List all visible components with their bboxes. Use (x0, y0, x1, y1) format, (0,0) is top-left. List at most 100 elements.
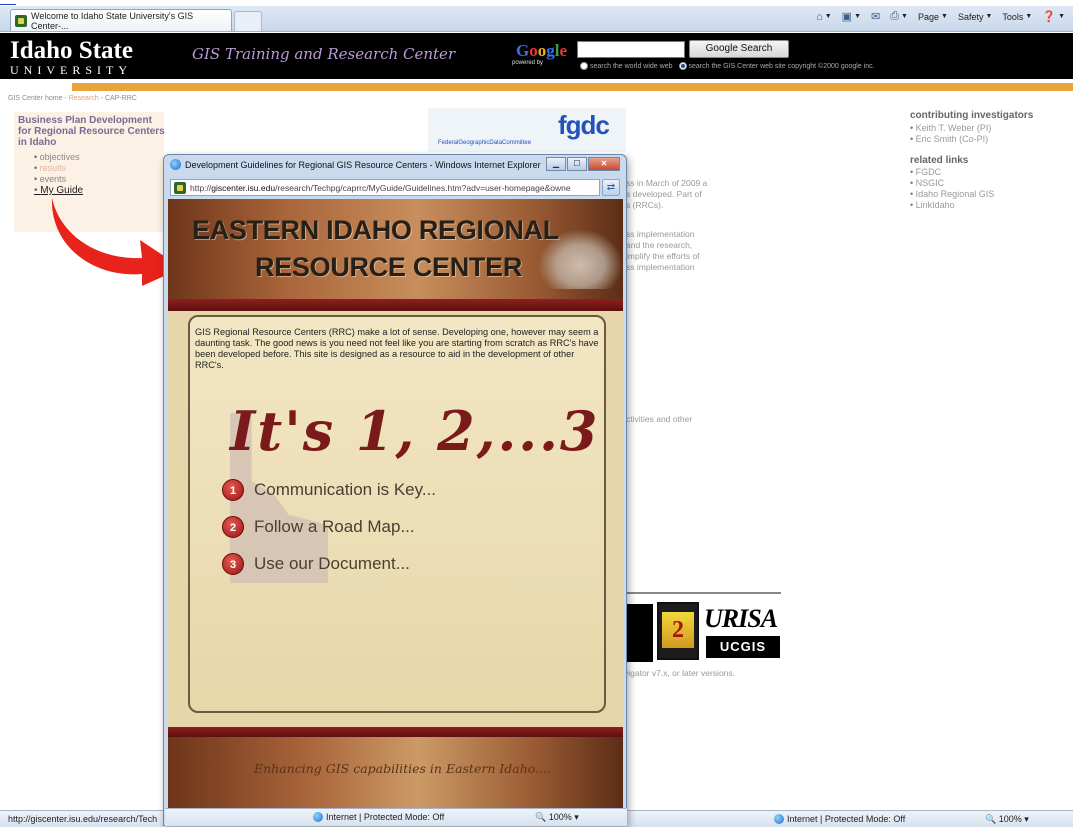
breadcrumb: GIS Center home - Research - CAP-RRC (8, 95, 137, 102)
content-panel: GIS Regional Resource Centers (RRC) make… (188, 315, 606, 713)
read-mail-button[interactable]: ✉ (871, 10, 880, 23)
body-text-fragment: s developed. Part of (626, 189, 702, 199)
mail-icon: ✉ (871, 11, 881, 23)
banner-stripe (168, 299, 623, 311)
home-button[interactable]: ⌂ ▼ (816, 11, 832, 23)
popup-zoom-control[interactable]: 🔍 100% ▾ (535, 812, 579, 823)
powered-by-label: powered by (512, 60, 544, 66)
help-button[interactable]: ❓ ▼ (1042, 10, 1065, 23)
browser-tab-strip: Welcome to Idaho State University's GIS … (0, 6, 1073, 32)
site-favicon-icon (174, 181, 186, 194)
maximize-button[interactable]: ☐ (567, 157, 587, 171)
partner-logo-dark[interactable] (623, 604, 653, 662)
body-text-fragment: ss in March of 2009 a (626, 178, 708, 188)
body-text-fragment: ss implementation (626, 229, 695, 239)
contributor-item: Keith T. Weber (PI) (910, 123, 992, 134)
site-favicon-icon (15, 14, 27, 27)
urisa-logo[interactable]: URISA (704, 604, 778, 634)
related-links-list: FGDC NSGIC Idaho Regional GIS LinkIdaho (910, 167, 995, 211)
header-accent-bar (72, 83, 1073, 91)
search-scope-radios: search the world wide web search the GIS… (580, 62, 875, 70)
step-number-badge: 3 (222, 553, 244, 575)
radio-web[interactable]: search the world wide web (580, 62, 673, 70)
steps-heading: It's 1, 2,...3 (230, 399, 600, 463)
header-tagline: GIS Training and Research Center (192, 45, 456, 63)
zoom-control[interactable]: 🔍 100% ▾ (985, 814, 1029, 825)
popup-title-bar[interactable]: Development Guidelines for Regional GIS … (170, 159, 550, 170)
sidebar-item-objectives[interactable]: objectives (34, 152, 83, 163)
help-icon: ❓ (1042, 11, 1057, 23)
tools-menu[interactable]: Tools ▼ (1002, 12, 1032, 22)
related-link-idaho-regional-gis[interactable]: Idaho Regional GIS (910, 189, 995, 200)
body-text-fragment: implify the efforts of (626, 251, 700, 261)
sidebar-title: Business Plan Development for Regional R… (18, 115, 165, 148)
step-label: Communication is Key... (254, 480, 437, 499)
sidebar-item-results[interactable]: results (34, 163, 83, 174)
browser-tab[interactable]: Welcome to Idaho State University's GIS … (10, 9, 232, 31)
internet2-logo[interactable]: 2 (657, 602, 699, 660)
print-icon: ⎙ (890, 10, 900, 22)
popup-security-zone[interactable]: Internet | Protected Mode: Off (313, 812, 444, 822)
footer-band: Enhancing GIS capabilities in Eastern Id… (168, 737, 623, 809)
google-logo: Google (516, 41, 568, 60)
fgdc-logo-text: fgdc (558, 110, 610, 140)
status-url: http://giscenter.isu.edu/research/Tech (8, 814, 158, 824)
step-number-badge: 1 (222, 479, 244, 501)
feeds-icon: ▣ (841, 11, 853, 23)
safety-menu-label: Safety (957, 11, 984, 22)
step-number-badge: 2 (222, 516, 244, 538)
command-bar: ⌂ ▼ ▣ ▼ ✉ ⎙ ▼ Page ▼ Safety ▼ Tools ▼ ❓ ▼ (816, 10, 1065, 23)
google-search-input[interactable] (577, 41, 685, 58)
ie-icon (170, 159, 181, 170)
sidebar-item-events[interactable]: events (34, 174, 83, 185)
browser-tab-title: Welcome to Idaho State University's GIS … (31, 10, 194, 31)
isu-logo[interactable]: Idaho State (10, 37, 133, 65)
tools-menu-label: Tools (1002, 11, 1024, 22)
footer-tagline: Enhancing GIS capabilities in Eastern Id… (254, 761, 551, 776)
page-banner: EASTERN IDAHO REGIONAL RESOURCE CENTER (168, 199, 623, 303)
step-2-link[interactable]: 2 Follow a Road Map... (222, 516, 415, 538)
popup-title: Development Guidelines for Regional GIS … (185, 159, 541, 170)
breadcrumb-home[interactable]: GIS Center home (8, 95, 62, 102)
refresh-button[interactable]: ⇄ (602, 179, 620, 196)
minimize-button[interactable]: ▁ (546, 157, 566, 171)
step-1-link[interactable]: 1 Communication is Key... (222, 479, 436, 501)
popup-address-bar[interactable]: http://giscenter.isu.edu/research/Techpg… (170, 179, 600, 196)
google-search-button[interactable]: Google Search (689, 40, 789, 58)
contributors-list: Keith T. Weber (PI) Eric Smith (Co-PI) (910, 123, 992, 145)
top-link[interactable] (0, 0, 16, 5)
breadcrumb-research[interactable]: Research (69, 95, 99, 102)
safety-menu[interactable]: Safety ▼ (958, 12, 992, 22)
body-text-fragment: s (RRCs). (626, 200, 664, 210)
new-tab-button[interactable] (234, 11, 262, 31)
contributor-item: Eric Smith (Co-PI) (910, 134, 991, 145)
page-menu-label: Page (917, 11, 940, 22)
browser-support-note: vigator v7.x, or later versions. (624, 668, 736, 678)
step-label: Follow a Road Map... (254, 517, 415, 536)
related-link-linkidaho[interactable]: LinkIdaho (910, 200, 994, 211)
related-link-fgdc[interactable]: FGDC (910, 167, 994, 178)
window-controls: ▁ ☐ ✕ (546, 157, 620, 171)
body-text-fragment: ss implementation (626, 262, 695, 272)
intro-text: GIS Regional Resource Centers (RRC) make… (195, 327, 599, 370)
radio-site[interactable]: search the GIS Center web site copyright… (678, 62, 875, 70)
body-text-fragment: ctivities and other (626, 414, 693, 424)
print-button[interactable]: ⎙ ▼ (890, 10, 908, 23)
popup-page: EASTERN IDAHO REGIONAL RESOURCE CENTER G… (168, 199, 623, 809)
step-3-link[interactable]: 3 Use our Document... (222, 553, 410, 575)
site-header: Idaho State UNIVERSITY GIS Training and … (0, 33, 1073, 79)
page-menu[interactable]: Page ▼ (918, 12, 948, 22)
security-zone[interactable]: Internet | Protected Mode: Off (774, 814, 905, 824)
popup-status-bar: Internet | Protected Mode: Off 🔍 100% ▾ (165, 808, 627, 826)
home-icon: ⌂ (816, 10, 823, 23)
ucgis-logo[interactable]: UCGIS (706, 636, 780, 658)
globe-icon (774, 814, 784, 824)
feeds-button[interactable]: ▣ ▼ (842, 10, 861, 23)
popup-browser-window: Development Guidelines for Regional GIS … (163, 154, 627, 826)
close-button[interactable]: ✕ (588, 157, 620, 171)
related-link-nsgic[interactable]: NSGIC (910, 178, 994, 189)
banner-title-line1: EASTERN IDAHO REGIONAL (192, 215, 559, 245)
globe-icon (313, 812, 323, 822)
fgdc-logo-subtext: FederalGeographicDataCommittee (438, 140, 532, 146)
footer-stripe (168, 727, 623, 737)
